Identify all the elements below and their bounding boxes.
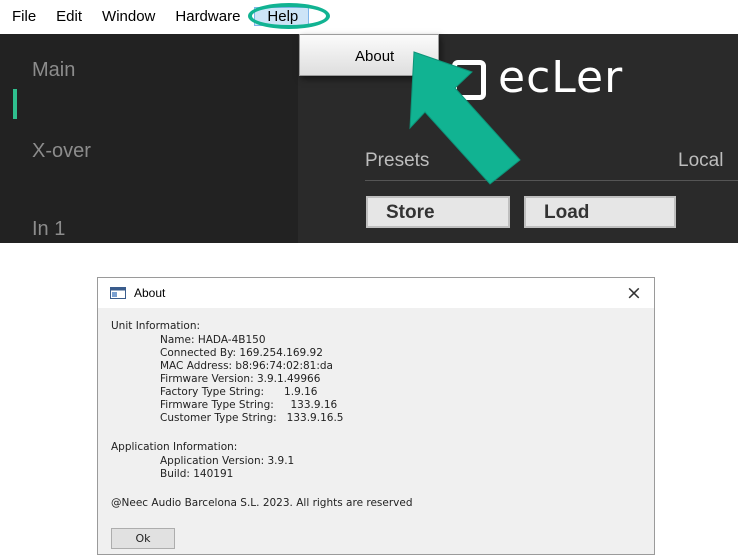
app-window: Main X-over In 1 ecLer Presets Local Sto…: [0, 0, 738, 243]
sidebar-item-in1[interactable]: In 1: [32, 218, 65, 241]
divider: [365, 180, 738, 181]
presets-label: Presets: [365, 150, 430, 171]
help-dropdown: About: [299, 34, 439, 76]
unit-firmware-type: Firmware Type String: 133.9.16: [160, 399, 338, 411]
menu-edit[interactable]: Edit: [46, 0, 92, 34]
menu-item-about[interactable]: About: [355, 48, 394, 65]
brand-logo: ecLer: [498, 52, 624, 103]
dialog-titlebar: About ×: [98, 278, 654, 308]
unit-connected-by: Connected By: 169.254.169.92: [160, 347, 323, 359]
load-button[interactable]: Load: [524, 196, 676, 228]
unit-firmware-version: Firmware Version: 3.9.1.49966: [160, 373, 321, 385]
dialog-title: About: [134, 286, 166, 300]
sidebar-active-indicator: [13, 89, 17, 119]
menu-help[interactable]: Help: [254, 7, 310, 26]
sidebar-item-xover[interactable]: X-over: [32, 140, 91, 163]
menu-bar: File Edit Window Hardware Help: [0, 0, 738, 34]
copyright-text: @Neec Audio Barcelona S.L. 2023. All rig…: [111, 497, 413, 509]
menu-hardware[interactable]: Hardware: [165, 0, 250, 34]
window-icon: [110, 287, 126, 299]
unit-factory-type: Factory Type String: 1.9.16: [160, 386, 318, 398]
app-info-header: Application Information:: [111, 441, 238, 453]
menu-window[interactable]: Window: [92, 0, 165, 34]
unit-name: Name: HADA-4B150: [160, 334, 266, 346]
app-version: Application Version: 3.9.1: [160, 455, 295, 467]
ecler-logo-icon: [452, 60, 486, 100]
sidebar-item-main[interactable]: Main: [32, 59, 75, 82]
menu-help-wrapper: Help: [248, 0, 331, 34]
sidebar: Main X-over In 1: [0, 34, 298, 243]
unit-info-header: Unit Information:: [111, 320, 201, 332]
menu-file[interactable]: File: [0, 0, 46, 34]
ok-button[interactable]: Ok: [111, 528, 175, 549]
app-build: Build: 140191: [160, 468, 234, 480]
unit-customer-type: Customer Type String: 133.9.16.5: [160, 412, 344, 424]
local-label: Local: [678, 150, 724, 171]
about-dialog: About × Unit Information: Name: HADA-4B1…: [97, 277, 655, 555]
close-icon[interactable]: ×: [626, 282, 642, 304]
store-button[interactable]: Store: [366, 196, 510, 228]
unit-mac-address: MAC Address: b8:96:74:02:81:da: [160, 360, 333, 372]
